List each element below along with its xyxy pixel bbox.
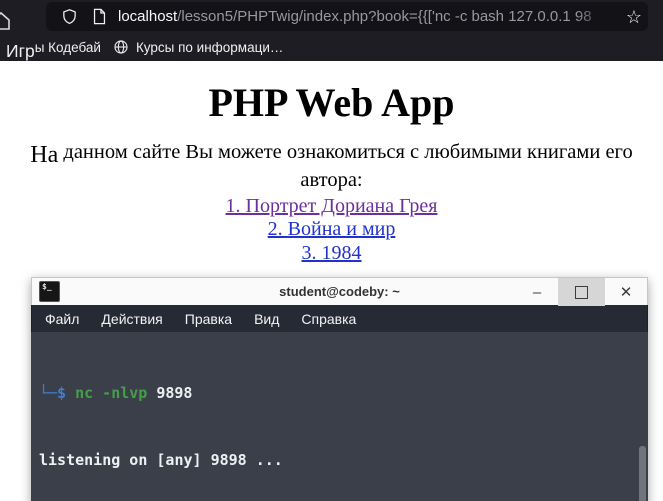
book-links: 1. Портрет Дориана Грея 2. Война и мир 3… xyxy=(0,195,663,265)
page-info-icon[interactable] xyxy=(92,8,107,25)
terminal-scrollbar-thumb[interactable] xyxy=(639,446,646,501)
bookmark-label: ы Кодебай xyxy=(34,39,101,55)
maximize-button[interactable] xyxy=(558,278,605,306)
bookmarks-bar: Игр ы Кодебай Курсы по информаци… xyxy=(0,33,663,61)
command-arg: 9898 xyxy=(156,383,193,402)
prompt-symbol: └─$ xyxy=(39,383,67,402)
terminal-prompt-line: └─$ nc -nlvp 9898 xyxy=(39,382,640,404)
globe-icon xyxy=(114,40,128,54)
intro-text-prefix: На xyxy=(30,142,59,168)
window-controls: – ✕ xyxy=(516,278,647,306)
bookmark-label: Курсы по информаци… xyxy=(135,39,284,55)
web-page-content: PHP Web App На данном сайте Вы можете оз… xyxy=(0,61,663,312)
book-link-3[interactable]: 3. 1984 xyxy=(0,242,663,265)
browser-toolbar: localhost/lesson5/PHPTwig/index.php?book… xyxy=(0,0,663,33)
maximize-icon xyxy=(575,285,588,299)
book-link-1[interactable]: 1. Портрет Дориана Грея xyxy=(0,195,663,218)
minimize-icon: – xyxy=(532,283,542,301)
minimize-button[interactable]: – xyxy=(516,278,558,306)
url-host: localhost xyxy=(118,8,178,25)
url-bar[interactable]: localhost/lesson5/PHPTwig/index.php?book… xyxy=(46,2,648,31)
terminal-screen[interactable]: └─$ nc -nlvp 9898 listening on [any] 9898 … xyxy=(31,332,648,501)
page-title: PHP Web App xyxy=(208,80,455,125)
menu-view[interactable]: Вид xyxy=(243,311,290,327)
terminal-output-line: listening on [any] 9898 ... xyxy=(39,451,283,470)
browser-chrome: localhost/lesson5/PHPTwig/index.php?book… xyxy=(0,0,663,61)
url-text: localhost/lesson5/PHPTwig/index.php?book… xyxy=(118,8,592,25)
bookmark-label-prefix: Игр xyxy=(6,40,35,61)
url-path: /lesson5/PHPTwig/index.php?book={{['nc -… xyxy=(177,8,592,25)
intro-text-rest: данном сайте Вы можете ознакомиться с лю… xyxy=(58,141,633,191)
terminal-window: $_ student@codeby: ~ – ✕ Файл Действия П… xyxy=(31,277,648,501)
home-icon[interactable] xyxy=(0,9,13,38)
bookmark-igry-kodebay[interactable]: Игр ы Кодебай xyxy=(0,37,107,61)
menu-file[interactable]: Файл xyxy=(34,311,90,327)
bookmark-kursy[interactable]: Курсы по информаци… xyxy=(107,39,289,55)
terminal-menubar: Файл Действия Правка Вид Справка xyxy=(31,305,648,332)
bookmark-star-icon[interactable]: ☆ xyxy=(623,3,642,31)
terminal-titlebar[interactable]: $_ student@codeby: ~ – ✕ xyxy=(31,277,648,306)
menu-actions[interactable]: Действия xyxy=(90,311,173,327)
url-fade-overlay xyxy=(576,2,622,31)
command-text: nc -nlvp xyxy=(75,383,148,402)
intro-text: На данном сайте Вы можете ознакомиться с… xyxy=(0,141,663,192)
menu-edit[interactable]: Правка xyxy=(174,311,243,327)
shield-icon[interactable] xyxy=(61,8,78,25)
menu-help[interactable]: Справка xyxy=(290,311,367,327)
book-link-2[interactable]: 2. Война и мир xyxy=(0,218,663,241)
terminal-icon: $_ xyxy=(39,281,60,302)
close-button[interactable]: ✕ xyxy=(605,278,647,306)
close-icon: ✕ xyxy=(619,284,633,301)
